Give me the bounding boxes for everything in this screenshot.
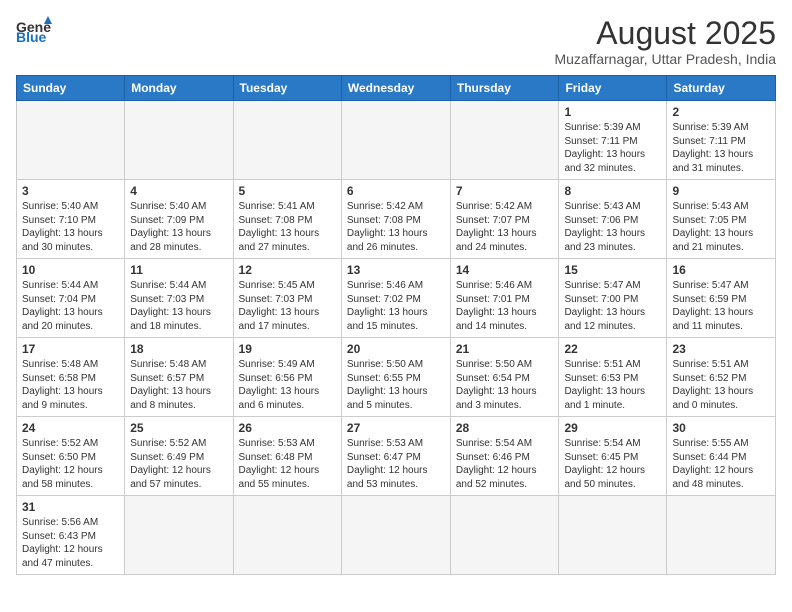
weekday-header-row: Sunday Monday Tuesday Wednesday Thursday…: [17, 76, 776, 101]
day-cell-15: 15 Sunrise: 5:47 AMSunset: 7:00 PMDaylig…: [559, 259, 667, 338]
day-cell-8: 8 Sunrise: 5:43 AMSunset: 7:06 PMDayligh…: [559, 180, 667, 259]
day-cell-17: 17 Sunrise: 5:48 AMSunset: 6:58 PMDaylig…: [17, 338, 125, 417]
table-row: 10 Sunrise: 5:44 AMSunset: 7:04 PMDaylig…: [17, 259, 776, 338]
day-cell-22: 22 Sunrise: 5:51 AMSunset: 6:53 PMDaylig…: [559, 338, 667, 417]
header-friday: Friday: [559, 76, 667, 101]
day-cell-31: 31 Sunrise: 5:56 AMSunset: 6:43 PMDaylig…: [17, 496, 125, 575]
calendar-title: August 2025: [554, 16, 776, 51]
calendar-subtitle: Muzaffarnagar, Uttar Pradesh, India: [554, 51, 776, 67]
header-thursday: Thursday: [450, 76, 559, 101]
day-cell-4: 4 Sunrise: 5:40 AMSunset: 7:09 PMDayligh…: [125, 180, 233, 259]
day-cell-6: 6 Sunrise: 5:42 AMSunset: 7:08 PMDayligh…: [341, 180, 450, 259]
day-cell-18: 18 Sunrise: 5:48 AMSunset: 6:57 PMDaylig…: [125, 338, 233, 417]
day-cell-25: 25 Sunrise: 5:52 AMSunset: 6:49 PMDaylig…: [125, 417, 233, 496]
day-cell-12: 12 Sunrise: 5:45 AMSunset: 7:03 PMDaylig…: [233, 259, 341, 338]
day-cell-1: 1 Sunrise: 5:39 AMSunset: 7:11 PMDayligh…: [559, 101, 667, 180]
day-cell-30: 30 Sunrise: 5:55 AMSunset: 6:44 PMDaylig…: [667, 417, 776, 496]
logo-icon: General Blue: [16, 16, 52, 44]
day-cell-11: 11 Sunrise: 5:44 AMSunset: 7:03 PMDaylig…: [125, 259, 233, 338]
header-tuesday: Tuesday: [233, 76, 341, 101]
empty-cell: [341, 101, 450, 180]
day-cell-5: 5 Sunrise: 5:41 AMSunset: 7:08 PMDayligh…: [233, 180, 341, 259]
table-row: 17 Sunrise: 5:48 AMSunset: 6:58 PMDaylig…: [17, 338, 776, 417]
title-area: August 2025 Muzaffarnagar, Uttar Pradesh…: [554, 16, 776, 67]
table-row: 31 Sunrise: 5:56 AMSunset: 6:43 PMDaylig…: [17, 496, 776, 575]
day-cell-21: 21 Sunrise: 5:50 AMSunset: 6:54 PMDaylig…: [450, 338, 559, 417]
header-saturday: Saturday: [667, 76, 776, 101]
empty-cell: [125, 496, 233, 575]
header-wednesday: Wednesday: [341, 76, 450, 101]
day-cell-3: 3 Sunrise: 5:40 AMSunset: 7:10 PMDayligh…: [17, 180, 125, 259]
calendar-table: Sunday Monday Tuesday Wednesday Thursday…: [16, 75, 776, 575]
header-monday: Monday: [125, 76, 233, 101]
day-cell-9: 9 Sunrise: 5:43 AMSunset: 7:05 PMDayligh…: [667, 180, 776, 259]
day-cell-23: 23 Sunrise: 5:51 AMSunset: 6:52 PMDaylig…: [667, 338, 776, 417]
svg-text:Blue: Blue: [16, 29, 47, 44]
day-cell-19: 19 Sunrise: 5:49 AMSunset: 6:56 PMDaylig…: [233, 338, 341, 417]
table-row: 24 Sunrise: 5:52 AMSunset: 6:50 PMDaylig…: [17, 417, 776, 496]
header-sunday: Sunday: [17, 76, 125, 101]
day-cell-14: 14 Sunrise: 5:46 AMSunset: 7:01 PMDaylig…: [450, 259, 559, 338]
empty-cell: [341, 496, 450, 575]
empty-cell: [450, 496, 559, 575]
empty-cell: [17, 101, 125, 180]
calendar-header: General Blue August 2025 Muzaffarnagar, …: [16, 16, 776, 67]
day-cell-10: 10 Sunrise: 5:44 AMSunset: 7:04 PMDaylig…: [17, 259, 125, 338]
day-cell-24: 24 Sunrise: 5:52 AMSunset: 6:50 PMDaylig…: [17, 417, 125, 496]
empty-cell: [450, 101, 559, 180]
day-cell-16: 16 Sunrise: 5:47 AMSunset: 6:59 PMDaylig…: [667, 259, 776, 338]
logo: General Blue: [16, 16, 52, 44]
empty-cell: [125, 101, 233, 180]
day-cell-7: 7 Sunrise: 5:42 AMSunset: 7:07 PMDayligh…: [450, 180, 559, 259]
empty-cell: [559, 496, 667, 575]
day-cell-28: 28 Sunrise: 5:54 AMSunset: 6:46 PMDaylig…: [450, 417, 559, 496]
day-cell-20: 20 Sunrise: 5:50 AMSunset: 6:55 PMDaylig…: [341, 338, 450, 417]
empty-cell: [233, 101, 341, 180]
day-cell-26: 26 Sunrise: 5:53 AMSunset: 6:48 PMDaylig…: [233, 417, 341, 496]
day-cell-13: 13 Sunrise: 5:46 AMSunset: 7:02 PMDaylig…: [341, 259, 450, 338]
day-cell-27: 27 Sunrise: 5:53 AMSunset: 6:47 PMDaylig…: [341, 417, 450, 496]
day-cell-29: 29 Sunrise: 5:54 AMSunset: 6:45 PMDaylig…: [559, 417, 667, 496]
day-cell-2: 2 Sunrise: 5:39 AMSunset: 7:11 PMDayligh…: [667, 101, 776, 180]
empty-cell: [667, 496, 776, 575]
table-row: 3 Sunrise: 5:40 AMSunset: 7:10 PMDayligh…: [17, 180, 776, 259]
empty-cell: [233, 496, 341, 575]
table-row: 1 Sunrise: 5:39 AMSunset: 7:11 PMDayligh…: [17, 101, 776, 180]
